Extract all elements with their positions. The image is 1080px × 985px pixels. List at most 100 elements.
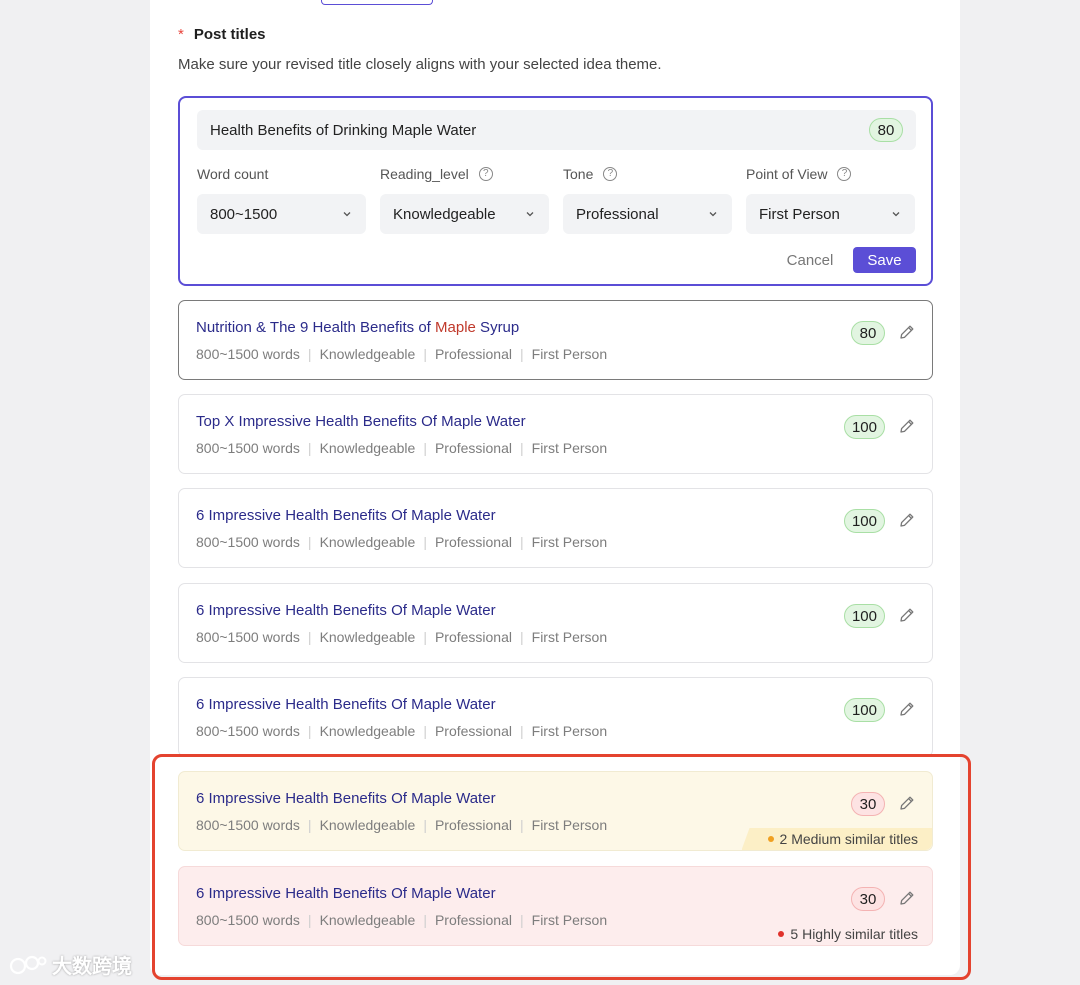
previous-field-edge[interactable] — [321, 0, 433, 5]
meta-word-count: 800~1500 words — [196, 912, 300, 928]
meta-point-of-view: First Person — [531, 912, 608, 928]
title-input-value[interactable]: Health Benefits of Drinking Maple Water — [210, 122, 869, 139]
card-title[interactable]: 6 Impressive Health Benefits Of Maple Wa… — [196, 790, 496, 807]
meta-separator: | — [520, 817, 524, 833]
meta-tone: Professional — [434, 629, 512, 645]
meta-tone: Professional — [434, 534, 512, 550]
word-count-label-text: Word count — [197, 166, 269, 182]
save-button[interactable]: Save — [853, 247, 916, 273]
word-count-value: 800~1500 — [210, 205, 278, 223]
section-description: Make sure your revised title closely ali… — [178, 56, 662, 73]
pencil-icon[interactable] — [898, 417, 916, 435]
meta-word-count: 800~1500 words — [196, 629, 300, 645]
card-meta: 800~1500 words | Knowledgeable | Professiona… — [196, 817, 607, 833]
watermark: 大数跨境 — [8, 950, 132, 979]
help-icon[interactable]: ? — [603, 167, 618, 181]
tone-label: Tone? — [563, 166, 618, 182]
meta-word-count: 800~1500 words — [196, 534, 300, 550]
help-icon[interactable]: ? — [478, 167, 493, 181]
meta-tone: Professional — [434, 723, 512, 739]
reading-level-label: Reading_level? — [380, 166, 493, 182]
meta-tone: Professional — [434, 346, 512, 362]
card-title-text: Nutrition & The 9 Health Benefits of — [196, 319, 436, 336]
card-meta: 800~1500 words | Knowledgeable | Professiona… — [196, 534, 607, 550]
card-title-text-end: Syrup — [475, 319, 520, 336]
card-title[interactable]: Top X Impressive Health Benefits Of Mapl… — [196, 413, 526, 430]
card-title[interactable]: 6 Impressive Health Benefits Of Maple Wa… — [196, 602, 496, 619]
chevron-down-icon — [892, 212, 900, 217]
title-input[interactable]: Health Benefits of Drinking Maple Water … — [197, 110, 916, 150]
card-score-badge: 100 — [843, 415, 885, 439]
pencil-icon[interactable] — [898, 889, 916, 907]
meta-separator: | — [520, 912, 524, 928]
meta-reading-level: Knowledgeable — [319, 912, 416, 928]
title-card[interactable]: 6 Impressive Health Benefits Of Maple Wa… — [178, 677, 933, 757]
meta-separator: | — [520, 629, 524, 645]
meta-tone: Professional — [434, 912, 512, 928]
medium-status-dot — [767, 836, 774, 842]
title-score-badge: 80 — [869, 118, 903, 142]
meta-reading-level: Knowledgeable — [319, 723, 416, 739]
word-count-select[interactable]: 800~1500 — [197, 194, 366, 234]
pencil-icon[interactable] — [898, 323, 916, 341]
title-editor: Health Benefits of Drinking Maple Water … — [178, 96, 933, 286]
card-title-text: 6 Impressive Health Benefits Of Maple Wa… — [196, 790, 496, 807]
meta-separator: | — [423, 912, 427, 928]
card-title-highlight: Maple — [435, 319, 476, 336]
meta-separator: | — [307, 440, 312, 456]
chevron-down-icon — [343, 212, 351, 217]
point-of-view-label-text: Point of View — [746, 166, 828, 182]
meta-reading-level: Knowledgeable — [319, 440, 416, 456]
card-meta: 800~1500 words | Knowledgeable | Professiona… — [196, 346, 607, 362]
pencil-icon[interactable] — [898, 700, 916, 718]
required-mark: * — [178, 26, 184, 43]
chevron-down-icon — [526, 212, 534, 217]
card-meta: 800~1500 words | Knowledgeable | Professiona… — [196, 723, 607, 739]
card-title[interactable]: 6 Impressive Health Benefits Of Maple Wa… — [196, 507, 496, 524]
meta-separator: | — [520, 534, 524, 550]
meta-separator: | — [423, 534, 427, 550]
meta-word-count: 800~1500 words — [196, 440, 300, 456]
meta-separator: | — [307, 723, 312, 739]
card-title[interactable]: Nutrition & The 9 Health Benefits of Map… — [196, 319, 519, 336]
point-of-view-value: First Person — [759, 205, 840, 223]
meta-point-of-view: First Person — [531, 534, 608, 550]
title-card-medium-similar[interactable]: 6 Impressive Health Benefits Of Maple Wa… — [178, 771, 933, 851]
card-score-badge: 80 — [851, 321, 885, 345]
title-card[interactable]: Top X Impressive Health Benefits Of Mapl… — [178, 394, 933, 474]
title-card[interactable]: 6 Impressive Health Benefits Of Maple Wa… — [178, 488, 933, 568]
watermark-logo-icon — [9, 955, 47, 974]
meta-reading-level: Knowledgeable — [319, 817, 416, 833]
pencil-icon[interactable] — [898, 511, 916, 529]
meta-tone: Professional — [434, 440, 512, 456]
meta-separator: | — [423, 440, 427, 456]
meta-point-of-view: First Person — [531, 629, 608, 645]
title-card[interactable]: Nutrition & The 9 Health Benefits of Map… — [178, 300, 933, 380]
cancel-button[interactable]: Cancel — [775, 248, 845, 272]
card-title[interactable]: 6 Impressive Health Benefits Of Maple Wa… — [196, 885, 496, 902]
help-icon[interactable]: ? — [837, 167, 852, 181]
similarity-badge[interactable]: 2 Medium similar titles — [741, 828, 932, 850]
meta-reading-level: Knowledgeable — [319, 629, 416, 645]
similarity-badge[interactable]: 5 Highly similar titles — [752, 923, 932, 945]
title-card-high-similar[interactable]: 6 Impressive Health Benefits Of Maple Wa… — [178, 866, 933, 946]
meta-separator: | — [307, 912, 312, 928]
meta-separator: | — [423, 629, 427, 645]
card-title[interactable]: 6 Impressive Health Benefits Of Maple Wa… — [196, 696, 496, 713]
pencil-icon[interactable] — [898, 794, 916, 812]
reading-level-value: Knowledgeable — [393, 205, 496, 223]
meta-separator: | — [307, 346, 312, 362]
pencil-icon[interactable] — [898, 606, 916, 624]
meta-separator: | — [307, 817, 312, 833]
point-of-view-select[interactable]: First Person — [746, 194, 915, 234]
card-score-badge: 100 — [843, 509, 885, 533]
title-card[interactable]: 6 Impressive Health Benefits Of Maple Wa… — [178, 583, 933, 663]
reading-level-select[interactable]: Knowledgeable — [380, 194, 549, 234]
meta-word-count: 800~1500 words — [196, 723, 300, 739]
meta-point-of-view: First Person — [531, 723, 608, 739]
tone-select[interactable]: Professional — [563, 194, 732, 234]
tone-label-text: Tone — [563, 166, 594, 182]
word-count-label: Word count — [197, 166, 268, 182]
card-title-text: 6 Impressive Health Benefits Of Maple Wa… — [196, 696, 496, 713]
card-score-badge: 30 — [851, 887, 885, 911]
